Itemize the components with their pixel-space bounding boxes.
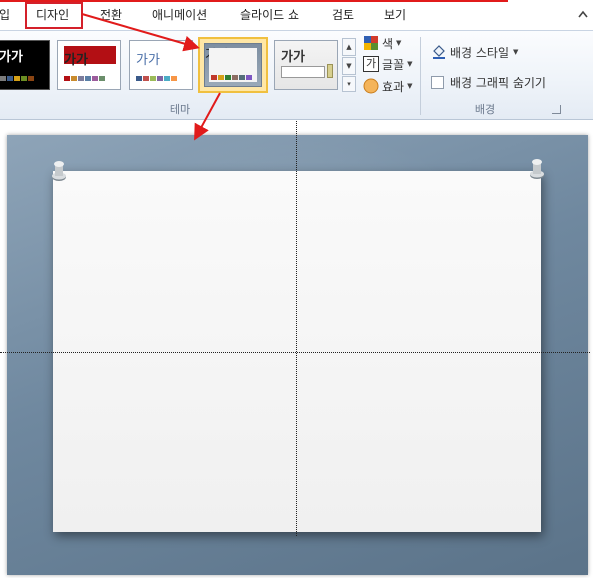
theme-color-swatch [171,76,177,81]
theme-effects-button[interactable]: 효과 ▼ [363,77,412,95]
theme-color-swatch [232,75,238,80]
pushpin-icon [530,159,544,179]
theme-thumbnail-black[interactable]: 가가 [0,40,50,90]
theme-sample-knob [327,64,333,78]
effects-icon [363,78,379,94]
theme-color-swatch [85,76,91,81]
theme-color-swatch [28,76,34,81]
theme-color-swatch [21,76,27,81]
hide-background-graphics-checkbox[interactable]: 배경 그래픽 숨기기 [431,73,546,91]
theme-thumbnail-paper: 가가 [204,43,262,87]
theme-sample-text: 가가 [0,50,23,65]
theme-color-swatch [150,76,156,81]
theme-color-swatch [143,76,149,81]
tab-insert[interactable]: 입 [0,8,10,22]
tab-design[interactable]: 디자인 [36,8,69,22]
theme-color-swatch [164,76,170,81]
gallery-more-button[interactable]: ▾ [342,76,356,92]
theme-sample-text: 가가 [136,53,160,68]
colors-label: 색 [382,36,394,51]
collapse-ribbon-icon[interactable] [578,10,588,18]
pushpin-icon [52,161,66,181]
gallery-down-button[interactable]: ▼ [342,57,356,75]
theme-thumbnail-red[interactable]: 가가 [57,40,121,90]
theme-color-swatch [64,76,70,81]
tab-animations[interactable]: 애니메이션 [152,8,207,22]
theme-swatches [136,76,177,81]
theme-sample-text: 가가 [281,50,305,65]
theme-color-swatch [211,75,217,80]
theme-swatches [0,76,34,81]
vertical-guide-line[interactable] [296,121,297,536]
theme-color-swatch [71,76,77,81]
theme-gallery-scroll: ▲ ▼ ▾ [342,38,356,94]
theme-fonts-button[interactable]: 가 글꼴 ▼ [363,55,412,73]
theme-color-swatch [157,76,163,81]
theme-colors-button[interactable]: 색 ▼ [363,34,401,52]
theme-swatches [64,76,105,81]
tab-transitions[interactable]: 전환 [100,8,122,22]
themes-group-label: 테마 [169,103,191,116]
theme-color-swatch [225,75,231,80]
dialog-launcher-icon[interactable] [552,105,561,114]
fonts-label: 글꼴 [382,57,405,72]
hide-background-graphics-label: 배경 그래픽 숨기기 [450,75,546,90]
theme-thumbnail-gray[interactable]: 가가 [274,40,338,90]
tab-view[interactable]: 보기 [384,8,406,22]
ribbon-design: 가가 가가 가가 가가 가가 ▲ ▼ ▾ [0,30,593,120]
background-styles-button[interactable]: 배경 스타일 ▼ [431,43,518,61]
theme-sample-box [281,66,325,78]
group-separator [420,37,421,115]
theme-color-swatch [78,76,84,81]
fonts-icon-glyph: 가 [365,57,377,70]
background-styles-label: 배경 스타일 [450,45,510,60]
theme-color-swatch [0,76,6,81]
paint-bucket-icon [431,44,447,60]
theme-color-swatch [218,75,224,80]
effects-label: 효과 [382,79,405,94]
theme-color-swatch [14,76,20,81]
theme-color-swatch [7,76,13,81]
chevron-down-icon: ▼ [396,39,402,47]
theme-thumbnail-plain[interactable]: 가가 [129,40,193,90]
background-group-label: 배경 [474,103,496,116]
theme-color-swatch [246,75,252,80]
theme-swatches [211,75,252,80]
horizontal-guide-line[interactable] [0,352,590,353]
colors-icon [363,35,379,51]
theme-color-swatch [136,76,142,81]
tab-slide-show[interactable]: 슬라이드 쇼 [240,8,299,22]
theme-color-swatch [239,75,245,80]
chevron-down-icon: ▼ [513,48,519,56]
chevron-down-icon: ▼ [407,82,413,90]
theme-color-swatch [99,76,105,81]
tab-review[interactable]: 검토 [332,8,354,22]
fonts-icon: 가 [363,56,379,72]
theme-thumbnail-selected[interactable]: 가가 [198,37,268,93]
ribbon-tab-bar: 입 디자인 전환 애니메이션 슬라이드 쇼 검토 보기 [0,0,593,30]
slide-canvas[interactable] [7,135,588,575]
theme-sample-text: 가가 [64,53,88,68]
theme-color-swatch [92,76,98,81]
checkbox-box[interactable] [431,75,444,89]
gallery-up-button[interactable]: ▲ [342,38,356,56]
chevron-down-icon: ▼ [407,60,413,68]
